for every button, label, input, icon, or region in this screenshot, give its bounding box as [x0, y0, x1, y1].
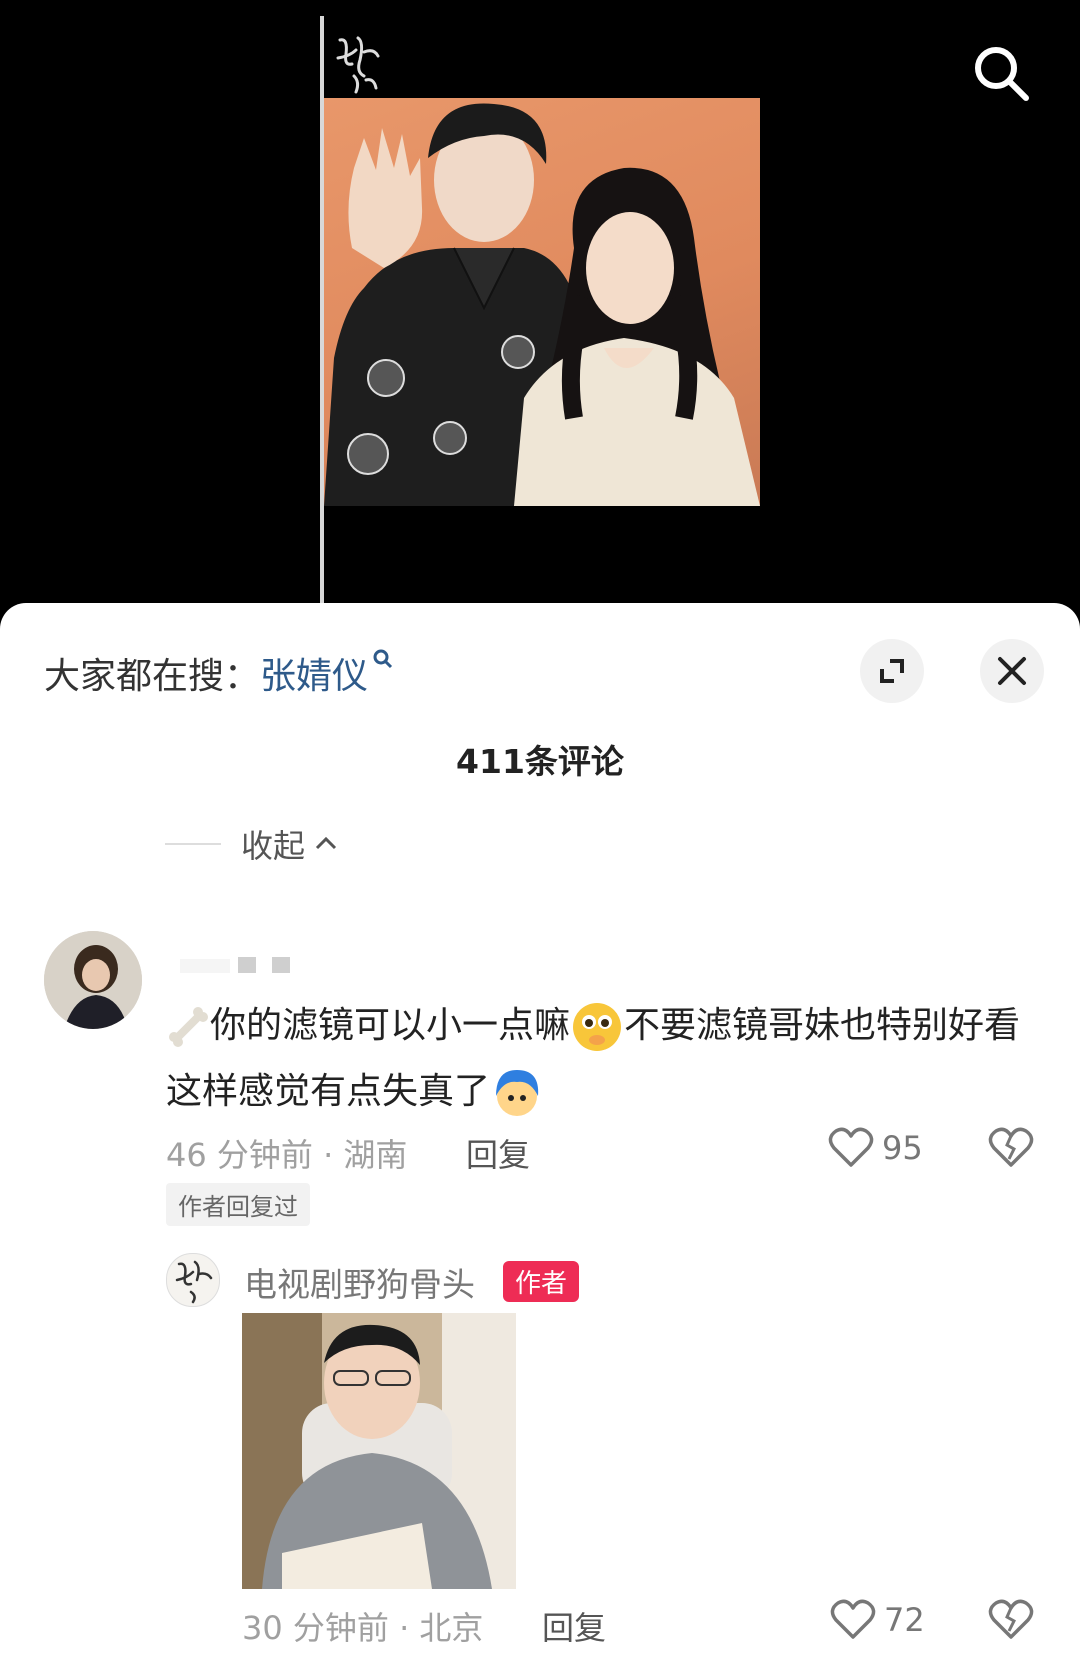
hot-search-bar[interactable]: 大家都在搜：张婧仪 — [44, 647, 394, 699]
author-avatar[interactable] — [166, 1253, 220, 1307]
comment-count: 411条评论 — [456, 742, 624, 781]
comment-text: 你的滤镜可以小一点嘛 不要滤镜哥妹也特别好看 这样感觉有点失真了 — [166, 993, 1046, 1125]
author-badge: 作者 — [503, 1261, 580, 1302]
comment-text-part1: 你的滤镜可以小一点嘛 — [210, 1005, 571, 1046]
hot-search-prefix: 大家都在搜： — [44, 656, 261, 697]
heart-icon — [828, 1127, 874, 1167]
reply-like-count: 72 — [884, 1601, 925, 1639]
comment-reply-button[interactable]: 回复 — [466, 1130, 530, 1176]
reply-reply-button[interactable]: 回复 — [542, 1603, 606, 1649]
reply-time: 30 分钟前 — [242, 1609, 389, 1647]
reply-like-button[interactable]: 72 — [830, 1599, 925, 1641]
bone-emoji-icon — [169, 1007, 208, 1047]
comment-meta: 46 分钟前 · 湖南 — [166, 1136, 408, 1174]
commenter-username-redacted[interactable] — [180, 953, 300, 977]
chevron-up-icon — [315, 836, 337, 850]
heart-icon — [830, 1599, 876, 1639]
collapse-divider — [165, 843, 221, 845]
comment-dislike-button[interactable] — [988, 1127, 1034, 1169]
comment-panel: 大家都在搜：张婧仪 411条评论 收起 你的滤镜可以小一点嘛 不要滤镜哥妹也特别好… — [0, 603, 1080, 1673]
author-replied-tag: 作者回复过 — [166, 1183, 310, 1226]
close-button[interactable] — [980, 639, 1044, 703]
reply-location: 北京 — [419, 1609, 484, 1647]
commenter-avatar[interactable] — [44, 931, 142, 1029]
video-frame-photo — [324, 98, 760, 506]
magnifier-icon — [373, 649, 393, 669]
search-button[interactable] — [970, 42, 1034, 106]
close-icon — [998, 657, 1026, 685]
video-logo-calligraphy — [336, 36, 380, 94]
reply-meta: 30 分钟前 · 北京 — [242, 1609, 484, 1647]
video-player[interactable] — [0, 0, 1080, 640]
comment-time: 46 分钟前 — [166, 1136, 313, 1174]
search-icon — [975, 47, 1029, 101]
broken-heart-icon — [988, 1599, 1034, 1639]
comment-like-count: 95 — [882, 1129, 923, 1167]
comment-like-button[interactable]: 95 — [828, 1127, 923, 1169]
blue-hair-emoji-icon — [496, 1070, 539, 1116]
author-name[interactable]: 电视剧野狗骨头 — [244, 1258, 475, 1306]
expand-button[interactable] — [860, 639, 924, 703]
collapse-replies-button[interactable]: 收起 — [165, 821, 339, 867]
pleading-emoji-icon — [573, 1003, 622, 1051]
expand-icon — [880, 659, 904, 683]
collapse-label: 收起 — [241, 827, 306, 865]
reply-dislike-button[interactable] — [988, 1599, 1034, 1641]
reply-image[interactable] — [242, 1313, 516, 1589]
broken-heart-icon — [988, 1127, 1034, 1167]
hot-search-keyword[interactable]: 张婧仪 — [260, 656, 368, 697]
video-logo — [334, 30, 386, 100]
comment-location: 湖南 — [343, 1136, 408, 1174]
